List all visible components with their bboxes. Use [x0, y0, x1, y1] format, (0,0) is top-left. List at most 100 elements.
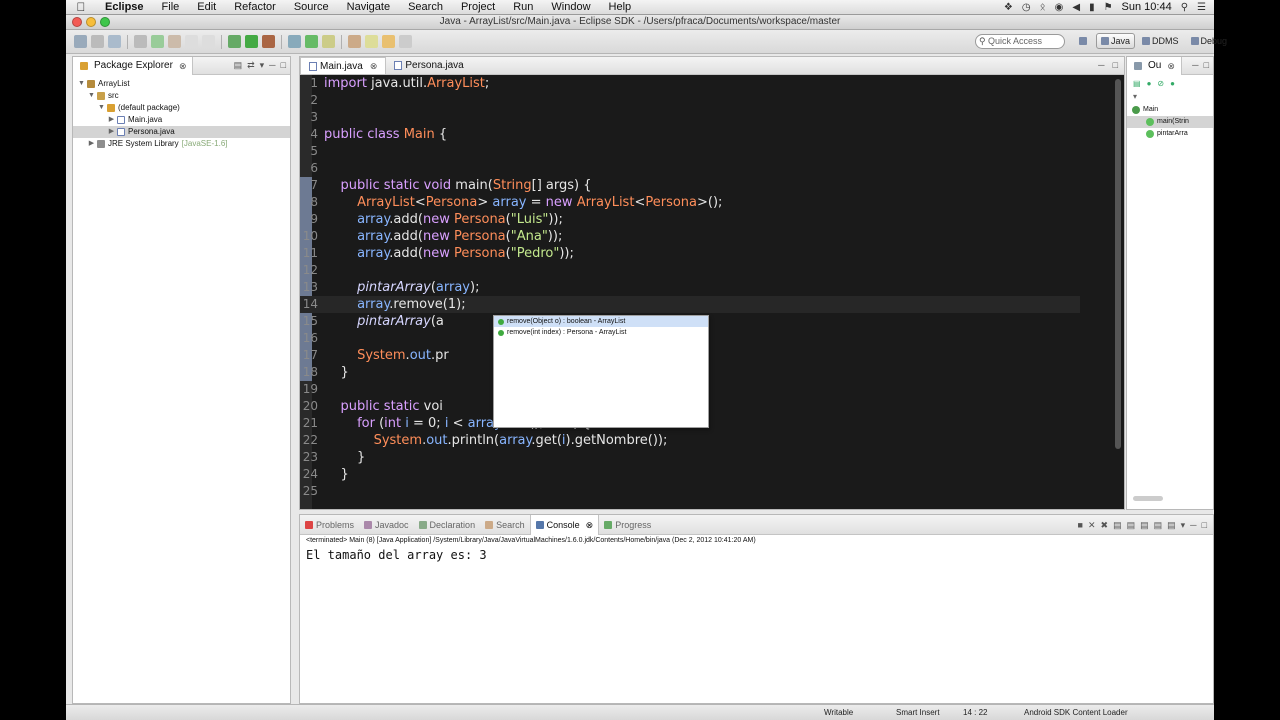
remove-all-icon[interactable]: ✖ — [1101, 520, 1109, 531]
collapsed-twistie-icon[interactable]: ▶ — [107, 114, 116, 126]
display-console-icon[interactable]: ▤ — [1154, 520, 1163, 531]
print-icon[interactable] — [108, 35, 121, 48]
menu-window[interactable]: Window — [542, 1, 599, 13]
tab-persona-java[interactable]: Persona.java — [386, 57, 471, 74]
tab-declaration[interactable]: Declaration — [414, 515, 481, 535]
outline-menu-icon[interactable]: ▾ — [1127, 92, 1213, 101]
code-line[interactable]: 6 — [300, 160, 1080, 177]
perspective-ddms[interactable]: DDMS — [1137, 33, 1184, 49]
code-line[interactable]: 25 — [300, 483, 1080, 500]
editor-scrollbar[interactable] — [1115, 79, 1121, 449]
menu-help[interactable]: Help — [600, 1, 641, 13]
maximize-icon[interactable]: □ — [1202, 520, 1207, 531]
code-line[interactable]: 5 — [300, 143, 1080, 160]
dropbox-icon[interactable]: ❖ — [1004, 2, 1013, 13]
collapsed-twistie-icon[interactable]: ▶ — [107, 126, 116, 138]
code-line[interactable]: 24 } — [300, 466, 1080, 483]
code-line[interactable]: 11 array.add(new Persona("Pedro")); — [300, 245, 1080, 262]
maximize-icon[interactable]: □ — [1204, 60, 1209, 70]
open-console-icon[interactable]: ▤ — [1167, 520, 1176, 531]
new-icon[interactable] — [74, 35, 87, 48]
close-icon[interactable]: ⊗ — [586, 515, 594, 535]
link-editor-icon[interactable]: ⇄ — [247, 60, 255, 71]
view-menu-icon[interactable]: ▾ — [1181, 520, 1186, 531]
outline-scrollbar[interactable] — [1133, 496, 1163, 501]
back-icon[interactable] — [382, 35, 395, 48]
collapse-all-icon[interactable]: ▤ — [234, 60, 243, 71]
outline-item[interactable]: Main — [1127, 104, 1213, 116]
outline-item[interactable]: pintarArra — [1127, 128, 1213, 140]
time-machine-icon[interactable]: ◷ — [1022, 2, 1031, 13]
console-output[interactable]: El tamaño del array es: 3 — [300, 546, 1213, 564]
remove-launch-icon[interactable]: ✕ — [1088, 520, 1096, 531]
minimize-icon[interactable]: ─ — [1098, 60, 1104, 70]
tab-outline[interactable]: Ou ⊗ — [1127, 56, 1182, 75]
perspective-debug[interactable]: Debug — [1186, 33, 1233, 49]
tab-package-explorer[interactable]: Package Explorer ⊗ — [73, 56, 194, 75]
perspective-java[interactable]: Java — [1096, 33, 1136, 49]
expanded-twistie-icon[interactable]: ▼ — [77, 78, 86, 90]
code-line[interactable]: 1 import java.util.ArrayList; — [300, 75, 1080, 92]
annotation-icon[interactable] — [365, 35, 378, 48]
tab-console[interactable]: Console ⊗ — [529, 514, 600, 535]
hide-nonpublic-icon[interactable]: ● — [1170, 79, 1175, 88]
code-line[interactable]: 3 — [300, 109, 1080, 126]
outline-item[interactable]: main(Strin — [1127, 116, 1213, 128]
save-icon[interactable] — [91, 35, 104, 48]
scroll-lock-icon[interactable]: ▤ — [1127, 520, 1136, 531]
new-class-icon[interactable] — [305, 35, 318, 48]
close-icon[interactable]: ⊗ — [370, 58, 378, 75]
sort-icon[interactable]: ▤ — [1133, 79, 1141, 88]
lint-icon[interactable] — [168, 35, 181, 48]
tab-javadoc[interactable]: Javadoc — [359, 515, 414, 535]
code-line[interactable]: 22 System.out.println(array.get(i).getNo… — [300, 432, 1080, 449]
content-assist-item[interactable]: remove(Object o) : boolean - ArrayList — [494, 316, 708, 327]
code-line[interactable]: 10 array.add(new Persona("Ana")); — [300, 228, 1080, 245]
clear-console-icon[interactable]: ▤ — [1113, 520, 1122, 531]
open-type-icon[interactable] — [322, 35, 335, 48]
toggle2-icon[interactable] — [202, 35, 215, 48]
view-menu-icon[interactable]: ▾ — [260, 60, 265, 71]
code-area[interactable]: 1 import java.util.ArrayList; 2 3 4 public cl… — [300, 75, 1124, 509]
code-line[interactable]: 2 — [300, 92, 1080, 109]
tree-item[interactable]: ▶ Main.java — [73, 114, 290, 126]
minimize-icon[interactable]: ─ — [1190, 520, 1196, 531]
bluetooth-icon[interactable]: ᛟ — [1040, 2, 1046, 13]
code-line[interactable]: 7 public static void main(String[] args)… — [300, 177, 1080, 194]
hide-fields-icon[interactable]: ● — [1147, 79, 1152, 88]
avd-manager-icon[interactable] — [151, 35, 164, 48]
code-line[interactable]: 12 — [300, 262, 1080, 279]
external-tools-icon[interactable] — [262, 35, 275, 48]
new-java-project-icon[interactable] — [288, 35, 301, 48]
menu-project[interactable]: Project — [452, 1, 504, 13]
tree-item[interactable]: ▶ JRE System Library [JavaSE-1.6] — [73, 138, 290, 150]
apple-menu-icon[interactable]:  — [66, 0, 96, 14]
tab-search[interactable]: Search — [480, 515, 530, 535]
menu-navigate[interactable]: Navigate — [338, 1, 399, 13]
flag-icon[interactable]: ⚑ — [1104, 2, 1113, 13]
pin-console-icon[interactable]: ▤ — [1140, 520, 1149, 531]
forward-icon[interactable] — [399, 35, 412, 48]
menu-refactor[interactable]: Refactor — [225, 1, 285, 13]
close-icon[interactable]: ⊗ — [1167, 57, 1175, 75]
minimize-icon[interactable]: ─ — [269, 60, 275, 71]
menu-file[interactable]: File — [153, 1, 189, 13]
quick-access-field[interactable]: ⚲ Quick Access — [975, 34, 1065, 49]
tree-item[interactable]: ▼ ArrayList — [73, 78, 290, 90]
android-sdk-icon[interactable] — [134, 35, 147, 48]
close-icon[interactable]: ⊗ — [179, 57, 187, 75]
notification-center-icon[interactable]: ☰ — [1197, 2, 1206, 13]
collapsed-twistie-icon[interactable]: ▶ — [87, 138, 96, 150]
tree-item[interactable]: ▼ src — [73, 90, 290, 102]
menu-run[interactable]: Run — [504, 1, 542, 13]
minimize-icon[interactable]: ─ — [1192, 60, 1198, 70]
search-toolbar-icon[interactable] — [348, 35, 361, 48]
code-line[interactable]: 4 public class Main { — [300, 126, 1080, 143]
debug-icon[interactable] — [228, 35, 241, 48]
tree-item[interactable]: ▼ (default package) — [73, 102, 290, 114]
code-line[interactable]: 14 array.remove(1); — [300, 296, 1080, 313]
menubar-clock[interactable]: Sun 10:44 — [1122, 1, 1172, 13]
maximize-icon[interactable]: □ — [1113, 60, 1118, 70]
tree-item[interactable]: ▶ Persona.java — [73, 126, 290, 138]
tab-progress[interactable]: Progress — [599, 515, 656, 535]
